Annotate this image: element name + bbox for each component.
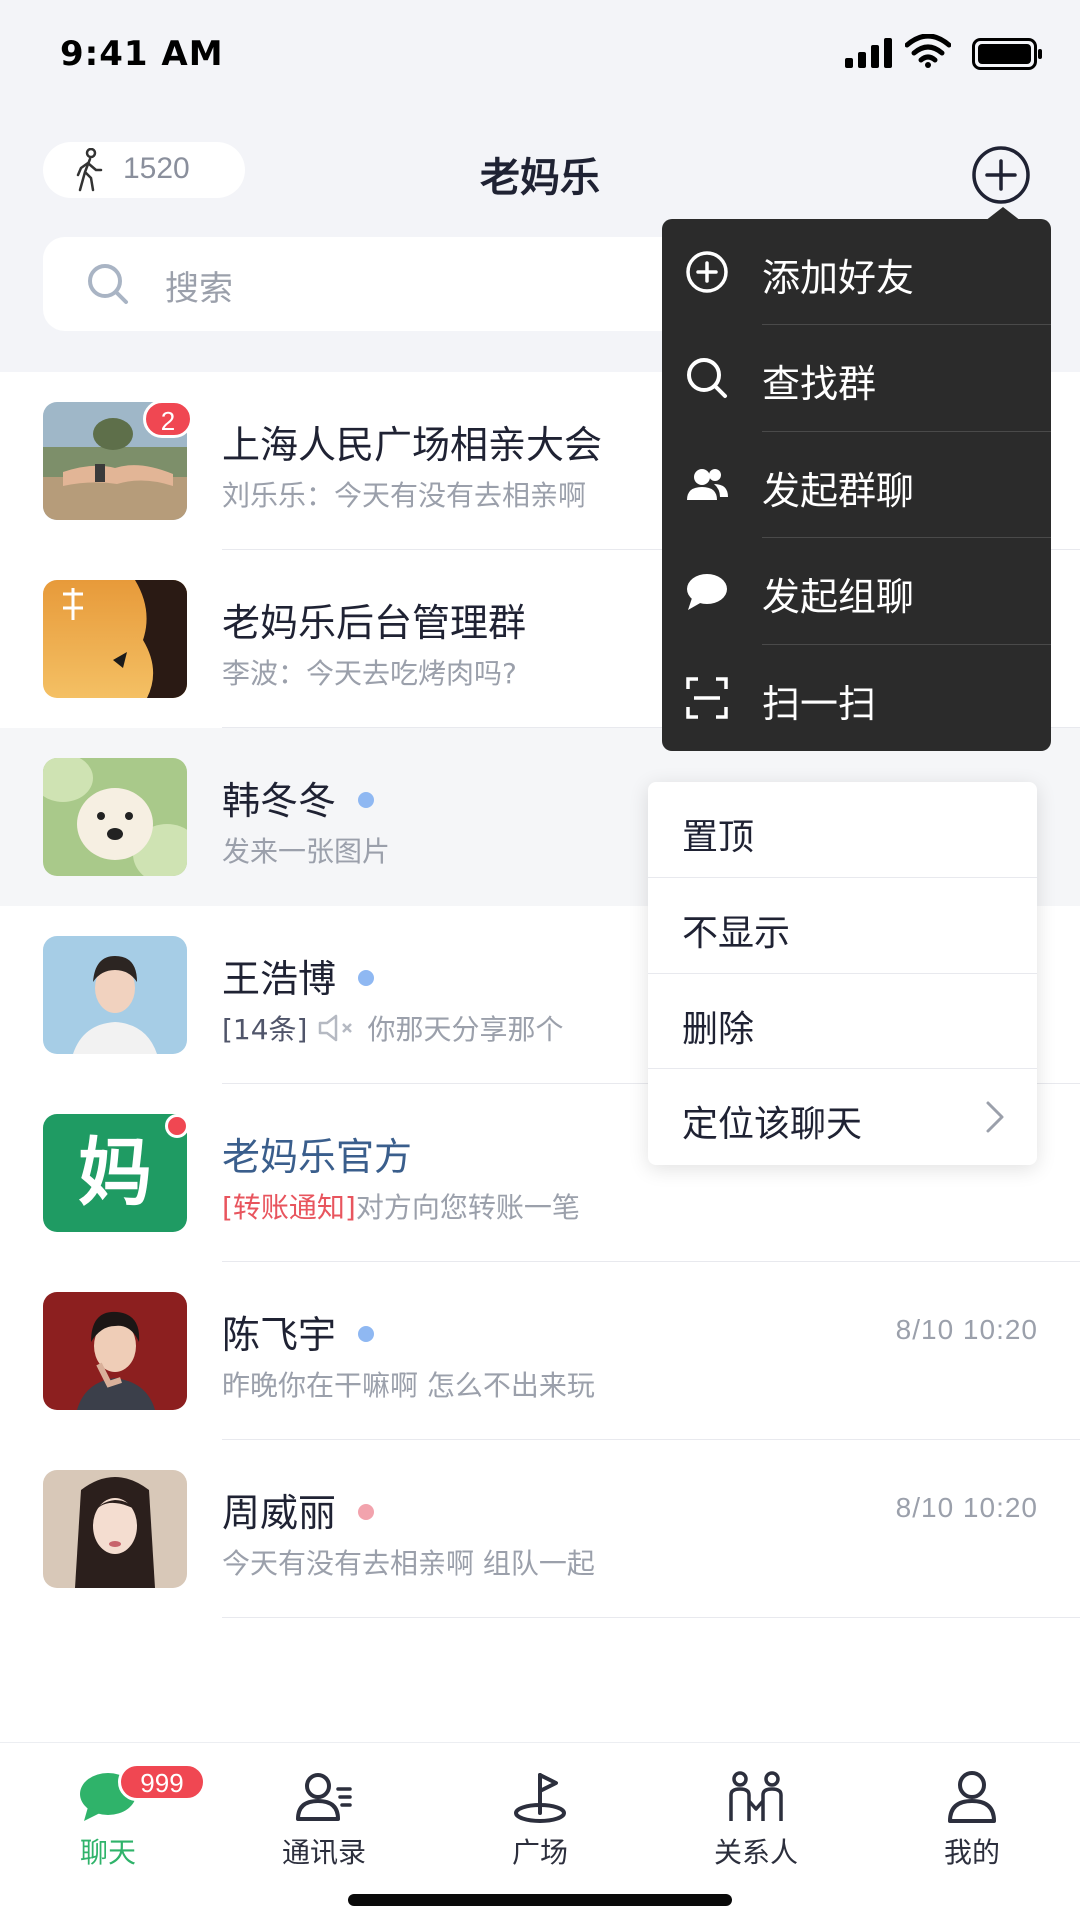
context-item-label: 置顶 bbox=[682, 817, 755, 858]
avatar bbox=[43, 1470, 187, 1588]
chat-context-menu: 置顶 不显示 删除 定位该聊天 bbox=[648, 782, 1037, 1165]
unread-badge: 2 bbox=[143, 400, 193, 438]
plaza-icon bbox=[514, 1773, 566, 1823]
avatar bbox=[43, 758, 187, 876]
relations-icon bbox=[729, 1771, 783, 1821]
tab-label: 我的 bbox=[943, 1836, 1000, 1869]
status-time: 9:41 AM bbox=[60, 34, 224, 74]
chat-preview: 刘乐乐：今天有没有去相亲啊 bbox=[222, 479, 587, 512]
add-circle-icon bbox=[686, 251, 728, 293]
page-title: 老妈乐 bbox=[480, 155, 600, 201]
avatar bbox=[43, 1292, 187, 1410]
menu-item-label: 发起组聊 bbox=[762, 575, 915, 620]
menu-item-scan[interactable]: 扫一扫 bbox=[662, 645, 1051, 751]
chat-preview: 李波：今天去吃烤肉吗? bbox=[222, 657, 517, 690]
profile-icon bbox=[948, 1771, 996, 1823]
context-item-label: 不显示 bbox=[682, 912, 791, 954]
mute-icon bbox=[319, 1014, 353, 1042]
tab-label: 广场 bbox=[511, 1836, 568, 1869]
context-item-locate-chat[interactable]: 定位该聊天 bbox=[648, 1069, 1037, 1165]
chat-name: 老妈乐后台管理群 bbox=[222, 601, 527, 645]
battery-icon bbox=[972, 38, 1042, 70]
tab-plaza[interactable]: 广场 bbox=[432, 1743, 648, 1893]
menu-item-find-group[interactable]: 查找群 bbox=[662, 325, 1051, 432]
online-dot bbox=[358, 791, 375, 808]
tab-relations[interactable]: 关系人 bbox=[648, 1743, 864, 1893]
chat-name: 陈飞宇 bbox=[222, 1304, 375, 1359]
context-item-label: 定位该聊天 bbox=[682, 1104, 863, 1146]
contacts-icon bbox=[296, 1773, 352, 1821]
chat-name: 周威丽 bbox=[222, 1482, 375, 1537]
menu-item-add-friend[interactable]: 添加好友 bbox=[662, 219, 1051, 326]
tab-profile[interactable]: 我的 bbox=[864, 1743, 1080, 1893]
tab-chat[interactable]: 999 聊天 bbox=[0, 1743, 216, 1893]
context-item-delete[interactable]: 删除 bbox=[648, 974, 1037, 1070]
search-icon bbox=[687, 358, 727, 399]
chat-preview: [转账通知]对方向您转账一笔 bbox=[222, 1191, 580, 1224]
context-item-pin[interactable]: 置顶 bbox=[648, 782, 1037, 878]
chat-name: 韩冬冬 bbox=[222, 770, 375, 825]
chat-time: 8/10 10:20 bbox=[895, 1492, 1038, 1523]
online-dot bbox=[358, 969, 375, 986]
menu-item-label: 扫一扫 bbox=[762, 681, 877, 726]
home-indicator bbox=[348, 1894, 732, 1906]
scan-icon bbox=[686, 676, 728, 719]
tab-label: 聊天 bbox=[79, 1836, 136, 1869]
status-bar: 9:41 AM bbox=[0, 0, 1080, 110]
chat-row[interactable]: 周威丽 今天有没有去相亲啊 组队一起 8/10 10:20 bbox=[0, 1440, 1080, 1618]
search-icon bbox=[88, 264, 128, 304]
context-item-hide[interactable]: 不显示 bbox=[648, 878, 1037, 974]
avatar: 妈 bbox=[43, 1114, 187, 1232]
online-dot bbox=[358, 1503, 375, 1520]
chat-preview: [14条] 你那天分享那个 bbox=[222, 1013, 564, 1046]
plus-menu: 添加好友 查找群 发起群聊 发起组聊 扫一扫 bbox=[662, 219, 1051, 751]
chat-preview: 今天有没有去相亲啊 组队一起 bbox=[222, 1547, 595, 1580]
group-icon bbox=[687, 468, 728, 500]
chat-preview: 发来一张图片 bbox=[222, 835, 391, 868]
unread-dot bbox=[165, 1114, 189, 1138]
online-dot bbox=[358, 1325, 375, 1342]
chat-preview: 昨晚你在干嘛啊 怎么不出来玩 bbox=[222, 1369, 595, 1402]
chat-bubble-icon bbox=[687, 574, 727, 611]
ma-logo-text: 妈 bbox=[78, 1130, 152, 1216]
tab-label: 关系人 bbox=[713, 1836, 798, 1869]
chevron-right-icon bbox=[986, 1101, 1004, 1133]
menu-item-start-group-chat[interactable]: 发起群聊 bbox=[662, 432, 1051, 539]
chat-time: 8/10 10:20 bbox=[895, 1314, 1038, 1345]
chat-row[interactable]: 陈飞宇 昨晚你在干嘛啊 怎么不出来玩 8/10 10:20 bbox=[0, 1262, 1080, 1440]
signal-icon bbox=[845, 38, 892, 68]
tab-contacts[interactable]: 通讯录 bbox=[216, 1743, 432, 1893]
menu-item-start-team-chat[interactable]: 发起组聊 bbox=[662, 538, 1051, 645]
plus-menu-button[interactable] bbox=[970, 144, 1032, 206]
menu-item-label: 发起群聊 bbox=[762, 468, 915, 513]
avatar bbox=[43, 936, 187, 1054]
context-item-label: 删除 bbox=[682, 1008, 755, 1050]
avatar bbox=[43, 580, 187, 698]
wifi-icon bbox=[905, 34, 951, 68]
menu-item-label: 添加好友 bbox=[762, 256, 915, 300]
divider bbox=[222, 1617, 1080, 1618]
tab-label: 通讯录 bbox=[281, 1836, 366, 1869]
menu-item-label: 查找群 bbox=[762, 362, 877, 407]
chat-name: 王浩博 bbox=[222, 948, 375, 1003]
chat-name: 上海人民广场相亲大会 bbox=[222, 423, 603, 467]
unread-badge: 999 bbox=[118, 1763, 206, 1801]
search-placeholder: 搜索 bbox=[165, 269, 233, 309]
chat-name: 老妈乐官方 bbox=[222, 1135, 413, 1179]
